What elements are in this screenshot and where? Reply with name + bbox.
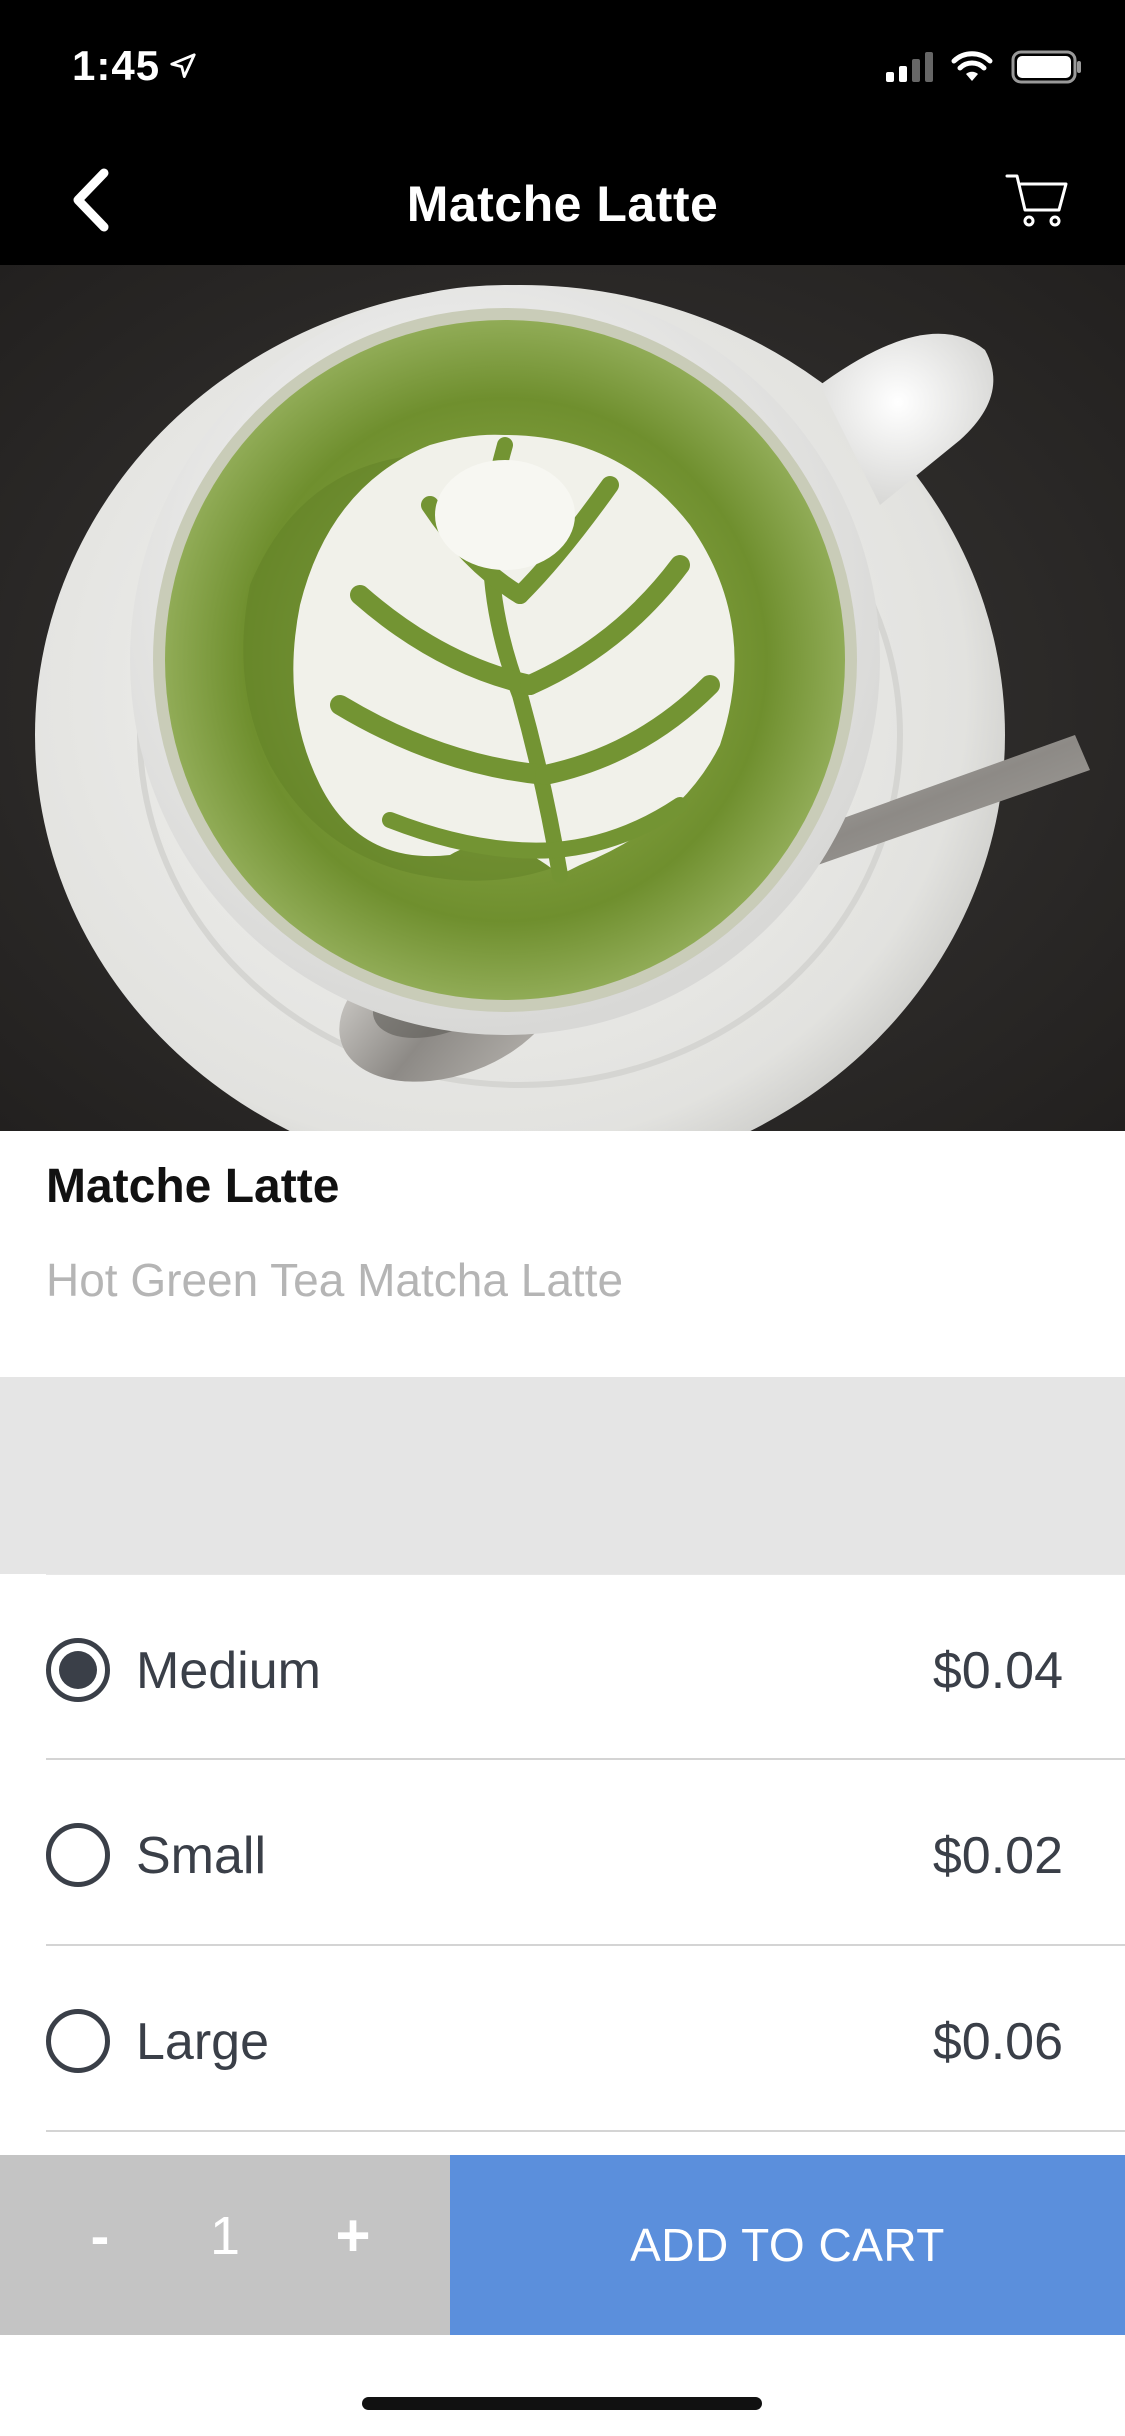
option-price: $0.04 xyxy=(932,1642,1063,1700)
cart-button[interactable] xyxy=(997,160,1077,240)
page-title: Matche Latte xyxy=(406,176,719,232)
radio-unchecked-icon[interactable] xyxy=(46,1823,110,1887)
battery-icon xyxy=(1011,50,1081,84)
product-description: Hot Green Tea Matcha Latte xyxy=(46,1254,624,1306)
option-label: Small xyxy=(136,1827,267,1885)
option-row-small[interactable]: Small $0.02 xyxy=(46,1760,1125,1946)
cellular-signal-icon xyxy=(886,52,933,82)
product-info: Matche Latte Hot Green Tea Matcha Latte xyxy=(0,1131,1125,1377)
option-label: Large xyxy=(136,2013,269,2071)
location-arrow-icon xyxy=(170,53,196,78)
increase-quantity-button[interactable]: + xyxy=(328,2201,378,2270)
bottom-action-bar: - 1 + ADD TO CART xyxy=(0,2155,1125,2335)
option-label: Medium xyxy=(136,1642,321,1700)
product-photo xyxy=(0,265,1125,1131)
section-divider xyxy=(0,1377,1125,1574)
option-price: $0.02 xyxy=(932,1827,1063,1885)
matcha-latte-photo xyxy=(0,265,1125,1131)
status-bar: 1:45 xyxy=(0,0,1125,135)
nav-bar: Matche Latte xyxy=(0,135,1125,265)
product-detail-screen: 1:45 Matche Latte Matche Latte Hot Green… xyxy=(0,0,1125,2436)
radio-unchecked-icon[interactable] xyxy=(46,2009,110,2073)
quantity-value: 1 xyxy=(209,2206,241,2266)
quantity-stepper: - 1 + xyxy=(0,2155,450,2335)
product-name: Matche Latte xyxy=(46,1160,340,1213)
wifi-icon xyxy=(951,51,993,81)
status-time: 1:45 xyxy=(72,42,198,90)
option-row-medium[interactable]: Medium $0.04 xyxy=(46,1574,1125,1760)
option-row-large[interactable]: Large $0.06 xyxy=(46,1946,1125,2132)
add-to-cart-button[interactable]: ADD TO CART xyxy=(450,2155,1125,2335)
option-price: $0.06 xyxy=(932,2013,1063,2071)
shopping-cart-icon xyxy=(1005,174,1068,227)
size-options: Medium $0.04 Small $0.02 Large $0.06 xyxy=(0,1574,1125,2132)
home-indicator xyxy=(362,2397,762,2410)
radio-checked-icon[interactable] xyxy=(46,1638,110,1702)
clock-label: 1:45 xyxy=(72,42,161,89)
status-icons xyxy=(886,50,1083,84)
decrease-quantity-button[interactable]: - xyxy=(75,2203,125,2268)
